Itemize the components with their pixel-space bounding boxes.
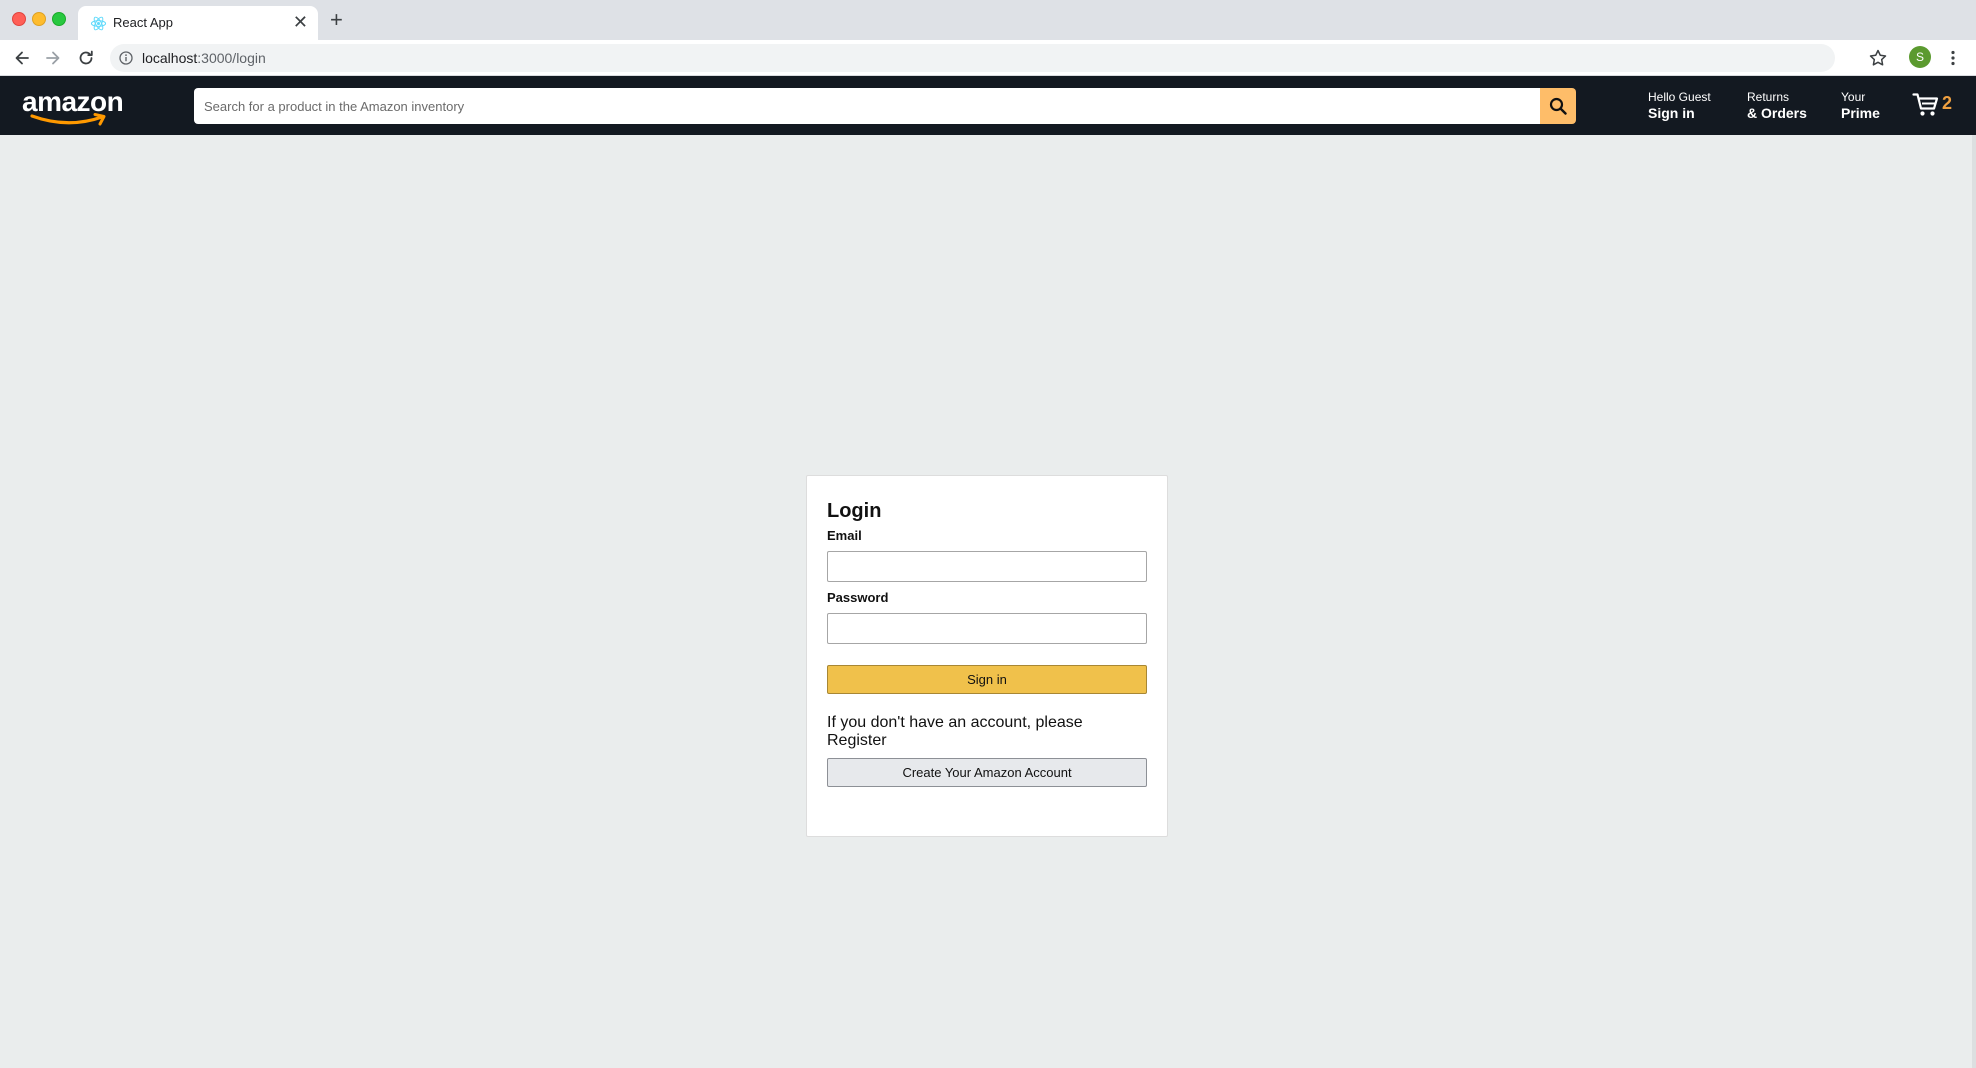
forward-arrow-icon[interactable] <box>43 48 63 68</box>
nav-orders-line1: Returns <box>1747 90 1790 104</box>
nav-orders-line2: & Orders <box>1747 105 1807 121</box>
email-field[interactable] <box>827 551 1147 582</box>
register-note: If you don't have an account, please Reg… <box>827 714 1083 749</box>
kebab-menu-icon[interactable] <box>1943 48 1963 68</box>
nav-account-action: Sign in <box>1648 105 1695 121</box>
login-title: Login <box>827 500 882 522</box>
window-minimize-button[interactable] <box>32 12 46 26</box>
nav-prime-line2: Prime <box>1841 105 1880 121</box>
tab-close-icon[interactable]: ✕ <box>293 11 308 33</box>
nav-prime-line1: Your <box>1841 90 1866 104</box>
search-button[interactable] <box>1540 88 1576 124</box>
window-close-button[interactable] <box>12 12 26 26</box>
cart-count-badge: 2 <box>1942 93 1953 113</box>
address-bar[interactable]: localhost:3000/login <box>110 44 1835 72</box>
url-text: localhost:3000/login <box>142 50 266 66</box>
nav-account-greeting: Hello Guest <box>1648 90 1711 104</box>
create-account-button[interactable]: Create Your Amazon Account <box>827 758 1147 787</box>
email-label: Email <box>827 528 862 543</box>
window-zoom-button[interactable] <box>52 12 66 26</box>
search-input[interactable] <box>194 88 1540 124</box>
password-label: Password <box>827 590 889 605</box>
search-bar <box>194 88 1576 124</box>
info-icon[interactable] <box>119 51 133 65</box>
tab-title: React App <box>113 15 173 30</box>
search-icon <box>1549 97 1567 115</box>
password-field[interactable] <box>827 613 1147 644</box>
browser-tab-strip: React App ✕ + <box>0 0 1976 40</box>
sign-in-button[interactable]: Sign in <box>827 665 1147 694</box>
page-scrollbar[interactable] <box>1972 135 1976 1068</box>
browser-toolbar: localhost:3000/login S <box>0 40 1976 76</box>
cart-icon <box>1912 93 1939 116</box>
login-card: Login Email Password Sign in If you don'… <box>806 475 1168 837</box>
amazon-logo[interactable]: amazon <box>22 86 126 126</box>
new-tab-button[interactable]: + <box>330 7 343 33</box>
site-header: amazon Hello Guest Sign in Returns & Ord… <box>0 76 1976 135</box>
cart-button[interactable]: 2 <box>1912 89 1962 121</box>
reload-icon[interactable] <box>76 48 96 68</box>
url-path: :3000/login <box>197 50 266 66</box>
star-icon[interactable] <box>1868 48 1888 68</box>
nav-your-prime[interactable]: Your Prime <box>1841 90 1880 122</box>
back-arrow-icon[interactable] <box>12 48 32 68</box>
profile-avatar[interactable]: S <box>1909 46 1931 68</box>
logo-smile-icon <box>30 113 106 126</box>
browser-tab-active[interactable]: React App ✕ <box>78 6 318 40</box>
url-host: localhost <box>142 50 198 66</box>
nav-account-signin[interactable]: Hello Guest Sign in <box>1648 90 1711 122</box>
react-favicon-icon <box>90 16 107 31</box>
nav-returns-orders[interactable]: Returns & Orders <box>1747 90 1807 122</box>
